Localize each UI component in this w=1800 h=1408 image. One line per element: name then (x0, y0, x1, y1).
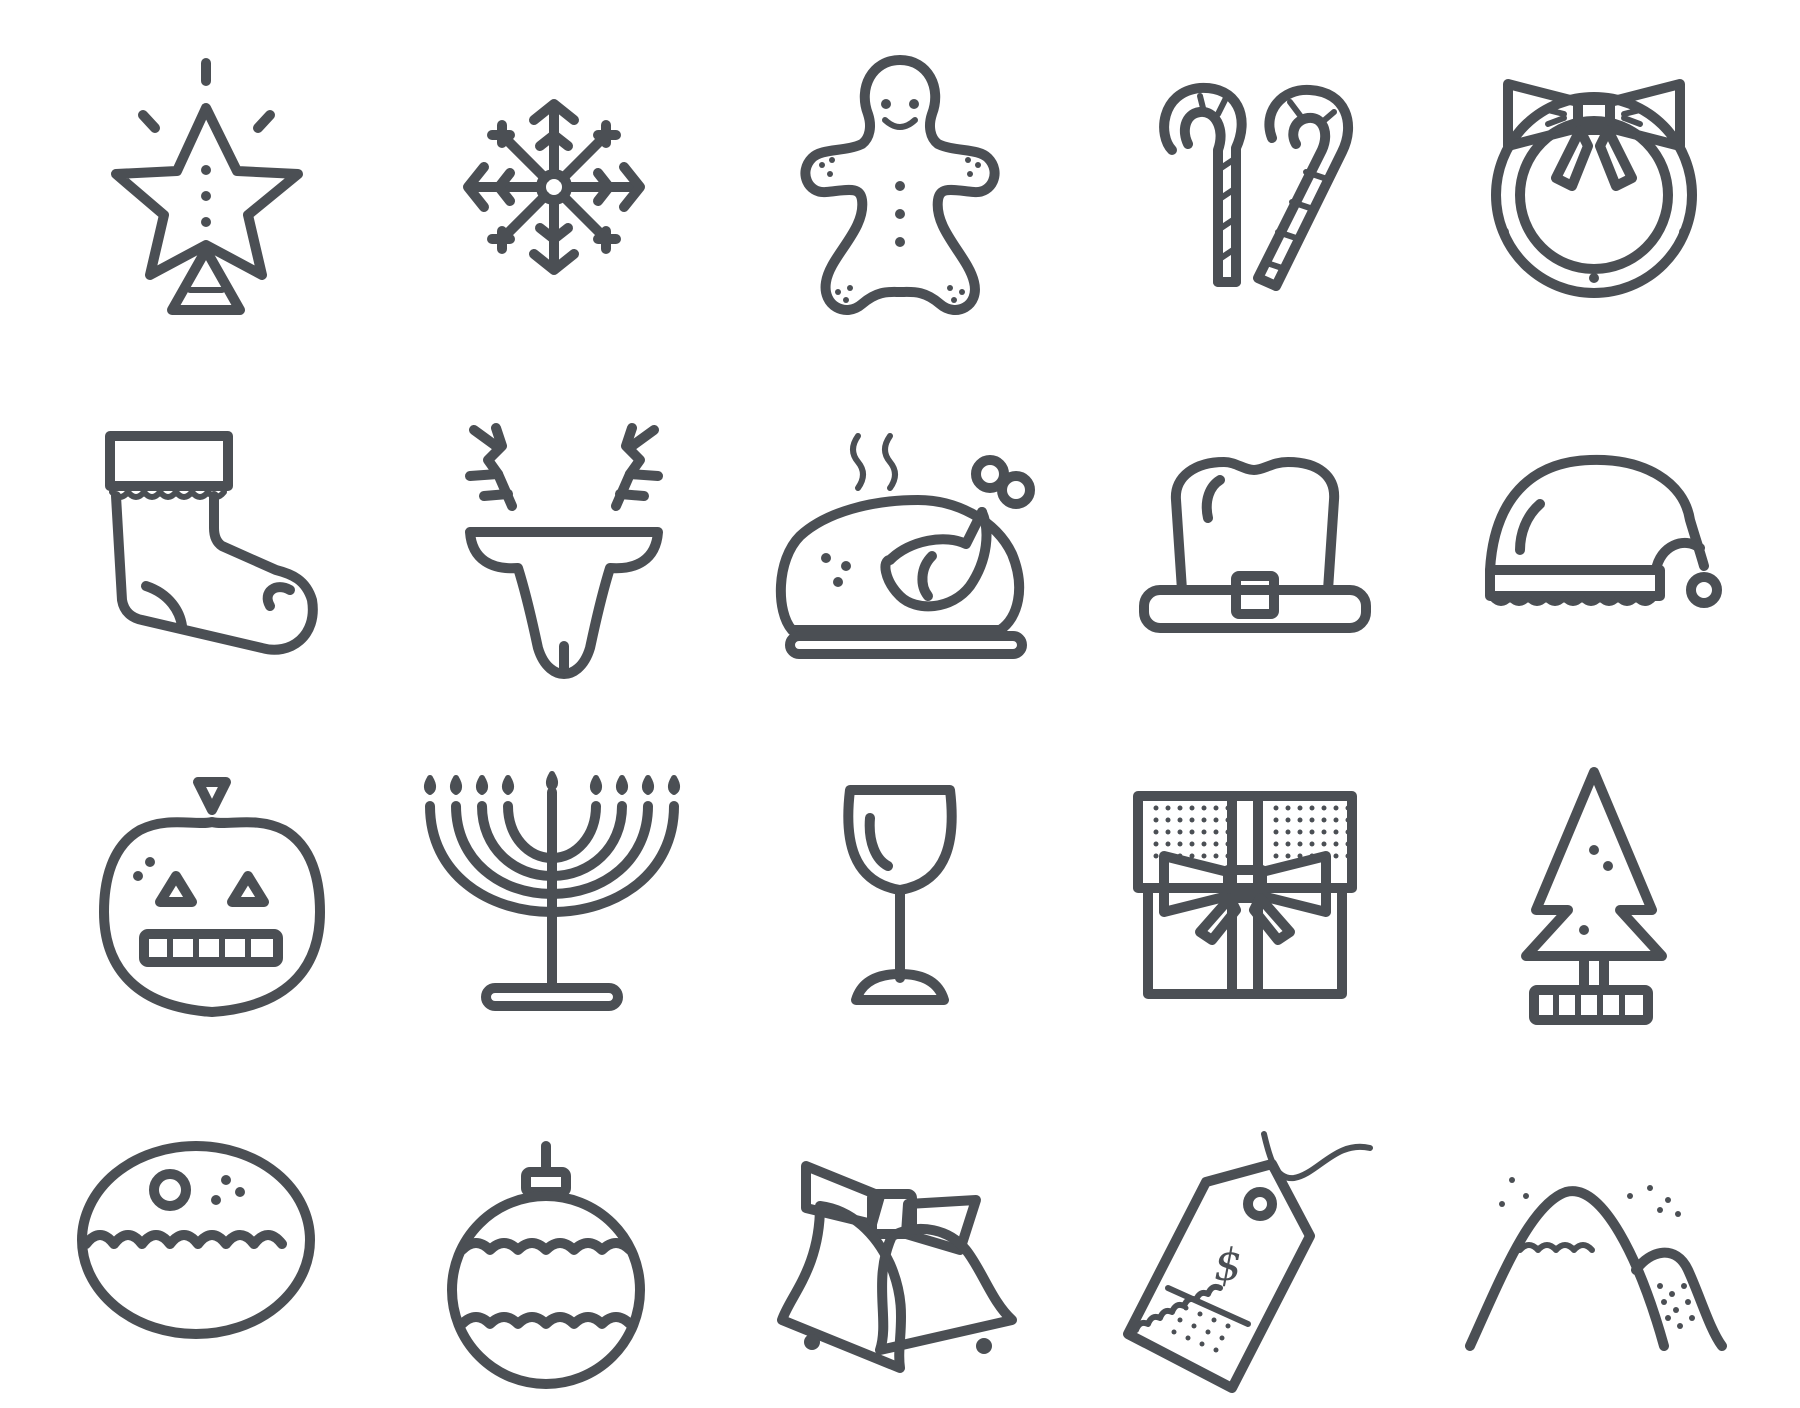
gift-stipple-dot (1189, 829, 1195, 835)
gift-stipple-dot (1273, 817, 1279, 823)
sufganiyah-donut-icon (77, 1141, 315, 1339)
gift-stipple-dot (1297, 853, 1303, 859)
gift-stipple-dot (1213, 841, 1219, 847)
gift-stipple-dot (1201, 817, 1207, 823)
gift-stipple-dot (1321, 805, 1327, 811)
gift-stipple-dot (1165, 829, 1171, 835)
price-tag-dollar-sign: $ (1214, 1240, 1242, 1291)
gift-stipple-dot (1285, 853, 1291, 859)
pilgrim-hat-icon (1139, 457, 1371, 633)
gift-stipple-dot (1201, 853, 1207, 859)
gift-stipple-dot (1273, 829, 1279, 835)
gift-box-icon (1133, 791, 1357, 999)
gift-stipple-dot (1213, 805, 1219, 811)
gift-stipple-dot (1345, 841, 1351, 847)
gift-stipple-dot (1285, 829, 1291, 835)
gift-stipple-dot (1213, 817, 1219, 823)
gift-stipple-dot (1153, 841, 1159, 847)
gift-stipple-dot (1189, 841, 1195, 847)
gift-stipple-dot (1177, 805, 1183, 811)
snowy-mountains-icon (1465, 1177, 1727, 1351)
gift-stipple-dot (1153, 853, 1159, 859)
gift-stipple-dot (1333, 829, 1339, 835)
reindeer-head-icon (465, 423, 663, 679)
gift-stipple-dot (1321, 829, 1327, 835)
gift-stipple-dot (1177, 853, 1183, 859)
gift-stipple-dot (1309, 853, 1315, 859)
gift-stipple-dot (1285, 841, 1291, 847)
gift-stipple-dot (1297, 841, 1303, 847)
gift-stipple-dot (1273, 853, 1279, 859)
gift-stipple-dot (1153, 829, 1159, 835)
christmas-tree-icon (1521, 767, 1667, 1025)
icon-grid: $ (77, 55, 1727, 1393)
gift-stipple-dot (1201, 841, 1207, 847)
gift-stipple-dot (1165, 841, 1171, 847)
christmas-ornament-icon (447, 1141, 645, 1389)
gift-stipple-dot (1177, 817, 1183, 823)
gift-stipple-dot (1225, 805, 1231, 811)
gift-stipple-dot (1165, 853, 1171, 859)
roast-turkey-icon (775, 433, 1035, 659)
gift-stipple-dot (1333, 805, 1339, 811)
gift-stipple-dot (1309, 841, 1315, 847)
gift-stipple-dot (1189, 805, 1195, 811)
gift-stipple-dot (1321, 817, 1327, 823)
candy-canes-icon (1159, 82, 1354, 291)
gift-stipple-dot (1297, 817, 1303, 823)
gift-stipple-dot (1213, 853, 1219, 859)
christmas-stocking-icon (105, 431, 318, 655)
gift-stipple-dot (1345, 817, 1351, 823)
gift-stipple-dot (1345, 853, 1351, 859)
santa-hat-icon (1485, 454, 1722, 608)
gift-stipple-dot (1285, 805, 1291, 811)
gift-stipple-dot (1165, 805, 1171, 811)
gift-stipple-dot (1333, 817, 1339, 823)
icon-sheet: $ (0, 0, 1800, 1408)
menorah-icon (424, 771, 680, 1011)
gift-stipple-dot (1201, 829, 1207, 835)
gift-stipple-dot (1189, 817, 1195, 823)
gift-stipple-dot (1225, 829, 1231, 835)
gingerbread-man-icon (800, 55, 1000, 315)
gift-stipple-dot (1225, 853, 1231, 859)
gift-stipple-dot (1321, 841, 1327, 847)
price-tag-icon: $ (1123, 1131, 1373, 1393)
wine-glass-icon (843, 785, 957, 1005)
gift-stipple-dot (1345, 829, 1351, 835)
gift-stipple-dot (1153, 805, 1159, 811)
gift-stipple-dot (1189, 853, 1195, 859)
gift-stipple-dot (1309, 829, 1315, 835)
snowflake-icon (463, 99, 645, 275)
gift-stipple-dot (1273, 841, 1279, 847)
gift-stipple-dot (1225, 817, 1231, 823)
gift-stipple-dot (1177, 841, 1183, 847)
gift-stipple-dot (1297, 805, 1303, 811)
gift-stipple-dot (1333, 853, 1339, 859)
gift-stipple-dot (1201, 805, 1207, 811)
gift-stipple-dot (1345, 805, 1351, 811)
gift-stipple-dot (1297, 829, 1303, 835)
gift-stipple-dot (1285, 817, 1291, 823)
gift-stipple-dot (1213, 829, 1219, 835)
gift-stipple-dot (1165, 817, 1171, 823)
gift-stipple-dot (1309, 817, 1315, 823)
gift-stipple-dot (1333, 841, 1339, 847)
gift-stipple-dot (1225, 841, 1231, 847)
jack-o-lantern-icon (99, 777, 325, 1017)
wreath-with-bow-icon (1491, 79, 1697, 298)
gift-stipple-dot (1321, 853, 1327, 859)
gift-stipple-dot (1153, 817, 1159, 823)
gift-stipple-dot (1309, 805, 1315, 811)
gift-stipple-dot (1273, 805, 1279, 811)
tree-star-topper-icon (111, 58, 303, 315)
gift-stipple-dot (1177, 829, 1183, 835)
jingle-bells-icon (777, 1161, 1017, 1373)
